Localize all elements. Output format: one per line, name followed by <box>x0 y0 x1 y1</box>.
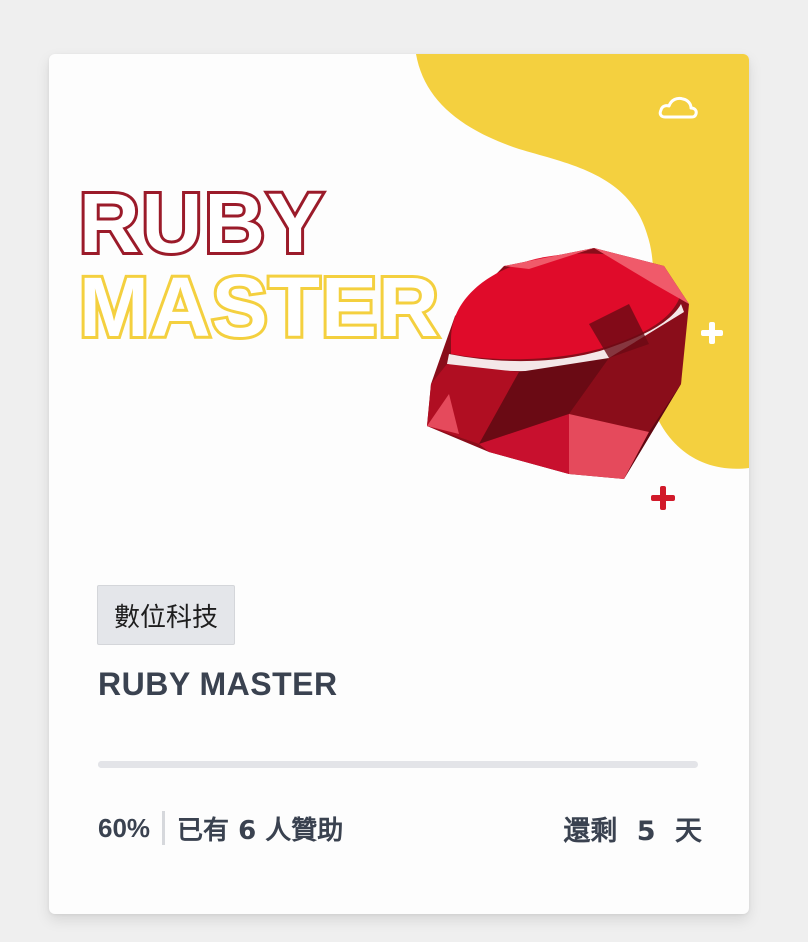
hero-logo: RUBY MASTER <box>76 173 442 357</box>
days-remaining: 還剩 5 天 <box>563 815 702 847</box>
plus-icon <box>651 486 675 510</box>
funding-summary: 60% 已有 6 人贊助 <box>98 810 343 847</box>
logo-line-ruby: RUBY <box>79 176 325 270</box>
progress-percent: 60% <box>98 812 151 843</box>
funding-progress-bar <box>98 761 698 768</box>
project-stats: 60% 已有 6 人贊助 還剩 5 天 <box>98 806 702 850</box>
ruby-gem-icon <box>427 248 689 479</box>
stats-divider <box>162 811 166 845</box>
project-cover-image[interactable]: RUBY MASTER <box>49 54 749 574</box>
funding-progress-fill <box>98 761 458 768</box>
backers-count: 已有 6 人贊助 <box>177 815 344 846</box>
logo-line-master: MASTER <box>79 260 440 354</box>
project-card[interactable]: RUBY MASTER 數位科技 RUBY MASTER 60% 已有 6 人贊… <box>49 54 749 914</box>
category-tag[interactable]: 數位科技 <box>97 585 236 645</box>
project-title[interactable]: RUBY MASTER <box>98 666 338 703</box>
